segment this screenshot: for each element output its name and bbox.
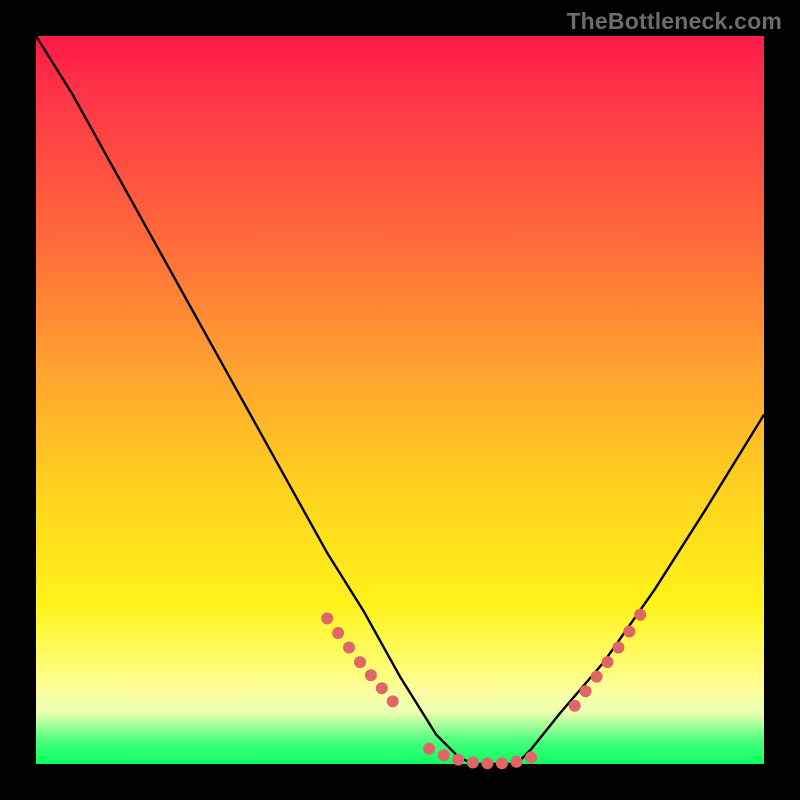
marker-dot: [634, 609, 646, 621]
watermark-label: TheBottleneck.com: [566, 8, 782, 35]
marker-dot: [332, 627, 344, 639]
marker-dot: [376, 682, 388, 694]
marker-dot: [602, 656, 614, 668]
marker-dot: [481, 757, 493, 769]
marker-dot: [569, 700, 581, 712]
marker-dot: [452, 754, 464, 766]
marker-dot: [525, 751, 537, 763]
marker-dot: [343, 642, 355, 654]
marker-dot: [496, 757, 508, 769]
marker-dot: [423, 743, 435, 755]
marker-dot: [321, 612, 333, 624]
marker-dot: [467, 757, 479, 769]
marker-dot: [623, 626, 635, 638]
marker-dot: [354, 656, 366, 668]
marker-dot: [612, 642, 624, 654]
marker-dot: [591, 671, 603, 683]
marker-dot: [387, 695, 399, 707]
marker-dot: [438, 749, 450, 761]
curve-markers: [321, 609, 646, 770]
curve-line: [36, 36, 764, 764]
bottleneck-curve: [36, 36, 764, 764]
plot-area: [36, 36, 764, 764]
marker-dot: [511, 756, 523, 768]
chart-frame: TheBottleneck.com: [0, 0, 800, 800]
marker-dot: [580, 685, 592, 697]
marker-dot: [365, 669, 377, 681]
